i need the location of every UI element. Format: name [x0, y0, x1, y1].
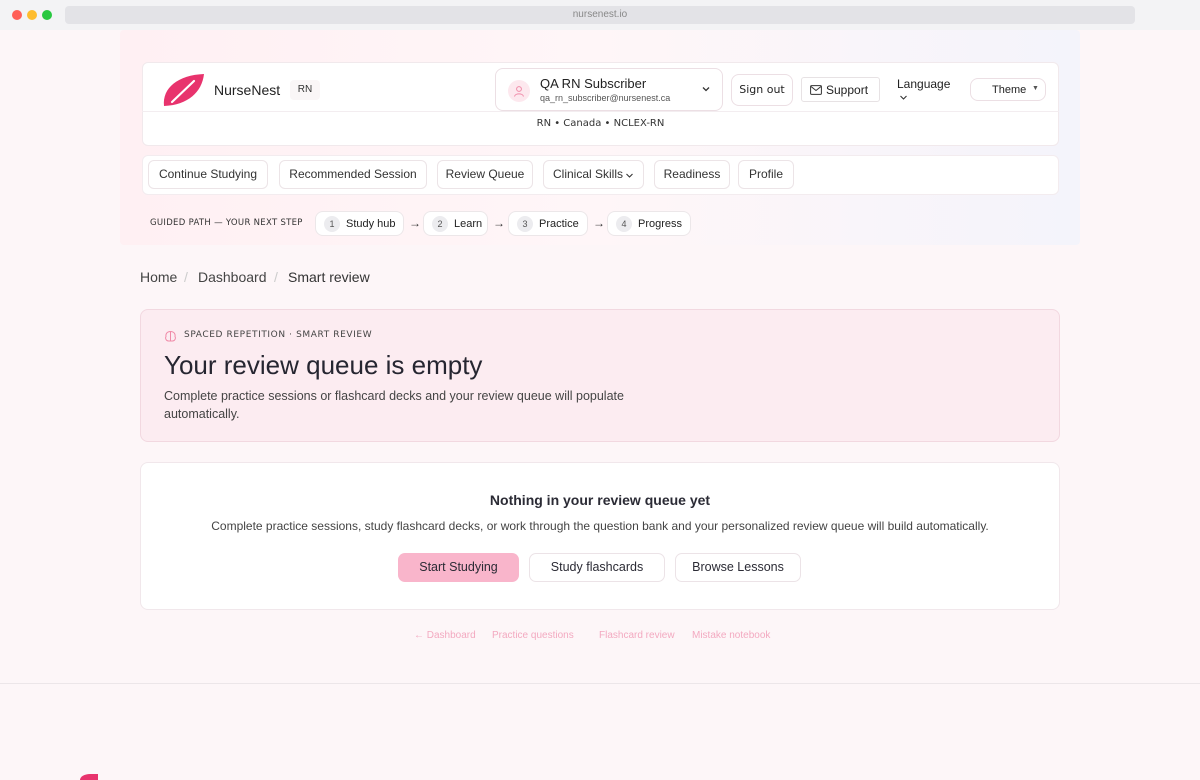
chevron-down-icon	[626, 173, 633, 178]
support-button[interactable]: Support	[801, 77, 880, 102]
empty-state-title: Nothing in your review queue yet	[489, 492, 711, 508]
close-window-icon[interactable]	[12, 10, 22, 20]
chevron-down-icon	[702, 87, 710, 92]
nav-profile[interactable]: Profile	[738, 160, 794, 189]
step-study-hub[interactable]: 1 Study hub	[315, 211, 404, 236]
browser-chrome: nursenest.io	[0, 0, 1200, 30]
minimize-window-icon[interactable]	[27, 10, 37, 20]
link-flashcard-review[interactable]: Flashcard review	[599, 630, 675, 641]
language-selector[interactable]: Language	[897, 77, 950, 91]
address-bar[interactable]: nursenest.io	[65, 6, 1135, 24]
link-mistake-notebook[interactable]: Mistake notebook	[692, 630, 770, 641]
step-number: 2	[432, 216, 448, 232]
sign-out-button[interactable]: Sign out	[731, 74, 793, 106]
footer-logo-icon	[80, 774, 98, 780]
credential-badge: RN	[290, 80, 320, 100]
breadcrumb-separator: /	[274, 269, 278, 285]
chevron-down-icon[interactable]	[899, 94, 908, 101]
page-title: Your review queue is empty	[164, 350, 483, 380]
step-number: 3	[517, 216, 533, 232]
step-learn[interactable]: 2 Learn	[423, 211, 488, 236]
arrow-right-icon: →	[409, 216, 421, 230]
breadcrumb-separator: /	[184, 269, 188, 285]
brain-icon	[165, 330, 176, 342]
step-label: Progress	[638, 218, 683, 230]
user-icon	[514, 86, 524, 97]
step-label: Study hub	[346, 218, 396, 230]
account-menu-button[interactable]: QA RN Subscriber qa_rn_subscriber@nursen…	[495, 68, 723, 111]
user-name: QA RN Subscriber	[540, 76, 647, 91]
step-label: Practice	[539, 218, 579, 230]
step-label: Learn	[454, 218, 483, 230]
hero-eyebrow: SPACED REPETITION · SMART REVIEW	[184, 330, 373, 340]
empty-state-card	[140, 462, 1060, 610]
nav-clinical-skills-label: Clinical Skills	[553, 167, 624, 181]
nav-continue-studying[interactable]: Continue Studying	[148, 160, 268, 189]
link-dashboard[interactable]: ← Dashboard	[414, 630, 476, 641]
caret-down-icon: ▼	[1032, 85, 1039, 92]
mail-icon	[810, 85, 822, 95]
nursenest-logo-icon[interactable]	[160, 72, 205, 108]
step-practice[interactable]: 3 Practice	[508, 211, 588, 236]
step-progress[interactable]: 4 Progress	[607, 211, 691, 236]
theme-label: Theme	[992, 84, 1027, 96]
start-studying-button[interactable]: Start Studying	[398, 553, 519, 582]
breadcrumb-home[interactable]: Home	[140, 269, 177, 285]
user-avatar	[508, 80, 530, 102]
step-number: 1	[324, 216, 340, 232]
arrow-right-icon: →	[493, 216, 505, 230]
region-indicator: RN • Canada • NCLEX-RN	[536, 118, 665, 129]
footer-divider	[0, 683, 1200, 684]
step-number: 4	[616, 216, 632, 232]
breadcrumb-dashboard[interactable]: Dashboard	[198, 269, 267, 285]
header-divider	[142, 111, 1059, 112]
nav-recommended-session[interactable]: Recommended Session	[279, 160, 427, 189]
hero-description: Complete practice sessions or flashcard …	[164, 389, 624, 421]
breadcrumb-current: Smart review	[288, 269, 370, 285]
link-practice-questions[interactable]: Practice questions	[492, 630, 574, 641]
arrow-right-icon: →	[593, 216, 605, 230]
nav-review-queue[interactable]: Review Queue	[437, 160, 533, 189]
user-email: qa_rn_subscriber@nursenest.ca	[540, 93, 671, 103]
support-label: Support	[826, 83, 869, 97]
study-flashcards-button[interactable]: Study flashcards	[529, 553, 665, 582]
browse-lessons-button[interactable]: Browse Lessons	[675, 553, 801, 582]
brand-name[interactable]: NurseNest	[214, 82, 280, 98]
nav-readiness[interactable]: Readiness	[654, 160, 730, 189]
guided-path-label: GUIDED PATH — YOUR NEXT STEP	[150, 218, 303, 228]
nav-clinical-skills[interactable]: Clinical Skills	[543, 160, 644, 189]
empty-state-description: Complete practice sessions, study flashc…	[211, 519, 989, 533]
maximize-window-icon[interactable]	[42, 10, 52, 20]
theme-selector[interactable]: Theme ▼	[970, 78, 1046, 101]
